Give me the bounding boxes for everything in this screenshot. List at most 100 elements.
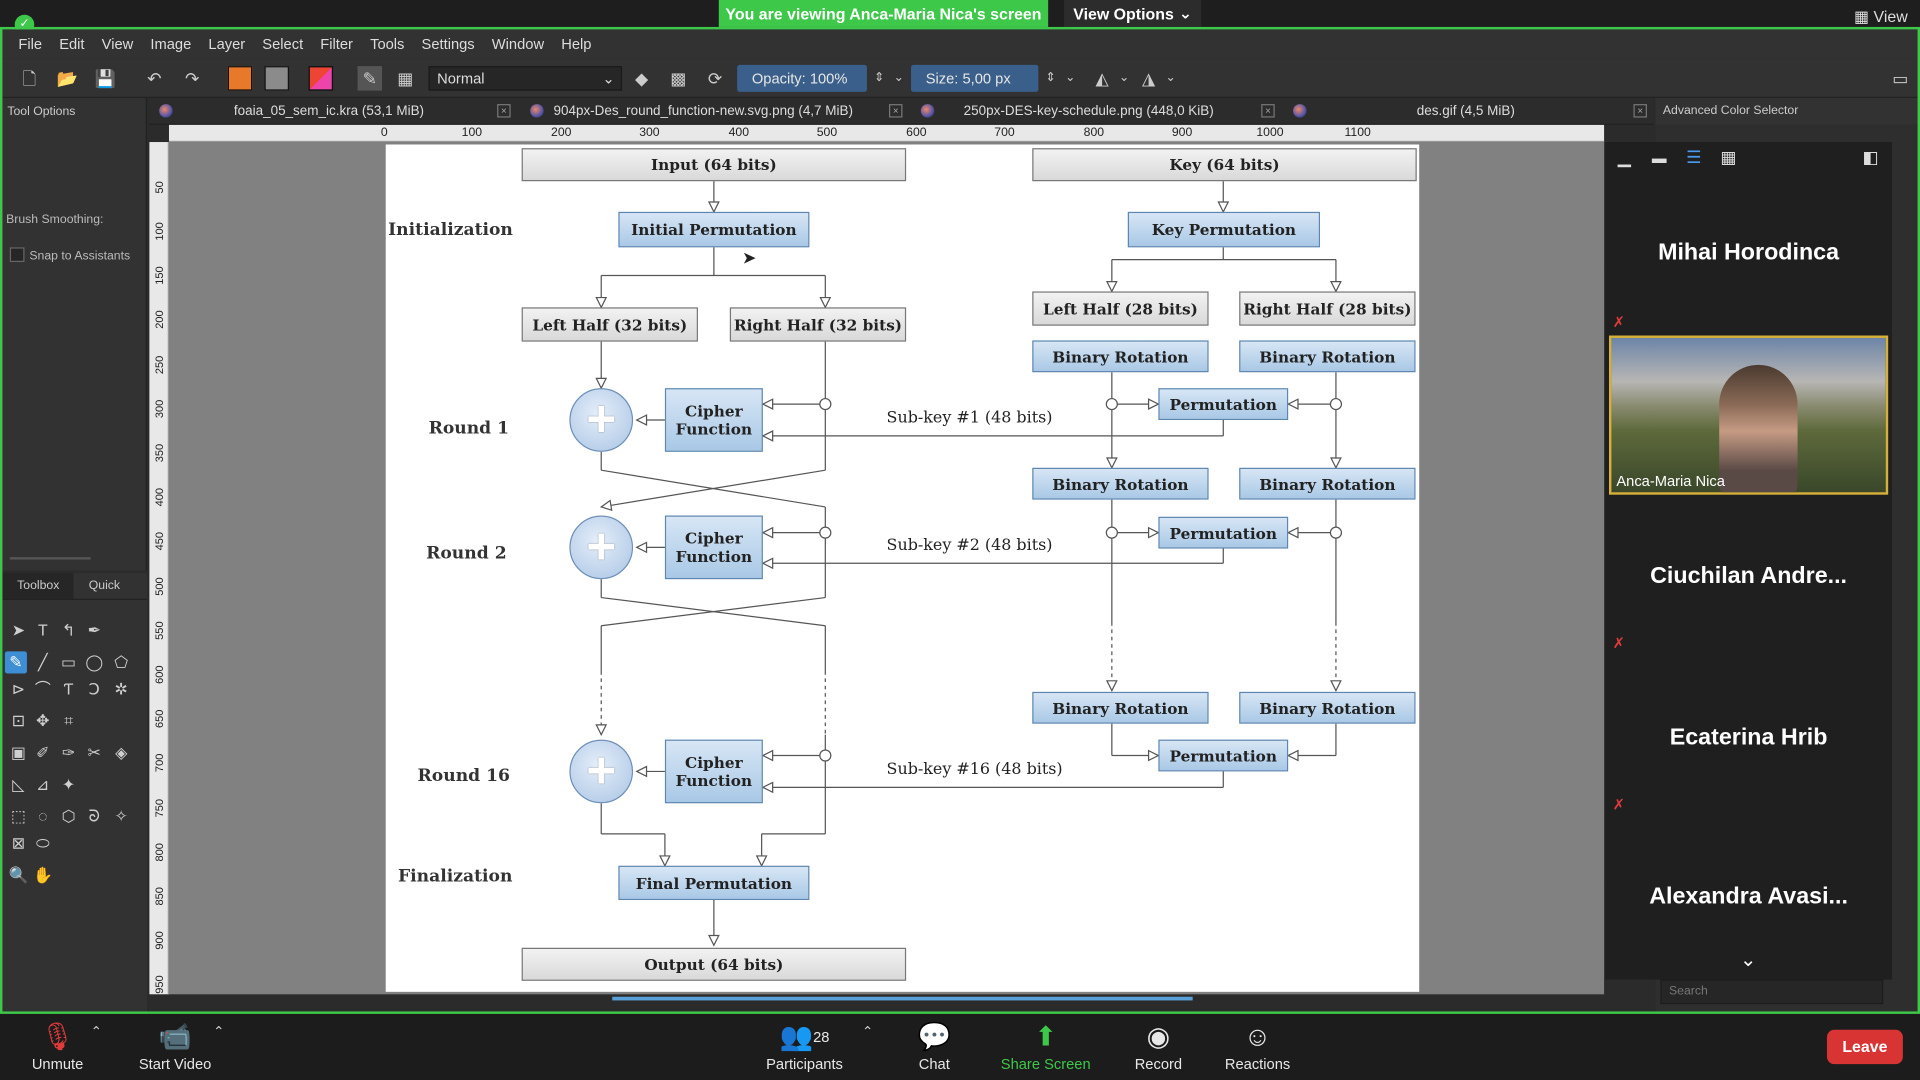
canvas-area[interactable]: Input (64 bits) Initial Permutation Left… <box>168 142 1605 995</box>
chevron-down-icon[interactable]: ⌄ <box>1740 948 1756 972</box>
crop-tool-icon[interactable]: ⌗ <box>58 710 80 732</box>
tab-toolbox[interactable]: Toolbox <box>2 573 75 599</box>
brush-presets-grid-icon[interactable]: ▦ <box>393 66 417 90</box>
view-button[interactable]: ▦ View <box>1854 7 1908 27</box>
line-tool-icon[interactable]: ╱ <box>32 651 54 673</box>
menu-image[interactable]: Image <box>142 36 200 53</box>
docker-scrollbar[interactable] <box>9 557 91 560</box>
record-button[interactable]: ◉ Record <box>1131 1019 1185 1072</box>
menu-window[interactable]: Window <box>483 36 552 53</box>
edit-shapes-icon[interactable]: ↰ <box>58 620 80 642</box>
start-video-button[interactable]: 📹 Start Video <box>135 1019 216 1072</box>
smart-patch-icon[interactable]: ✑ <box>58 742 80 764</box>
colorize-mask-icon[interactable]: ✂ <box>83 742 105 764</box>
opacity-slider[interactable]: Opacity: 100% <box>737 64 867 92</box>
mirror-vertical-icon[interactable]: ◮ <box>1136 66 1160 90</box>
calligraphy-icon[interactable]: ✒ <box>83 620 105 642</box>
similar-select-icon[interactable]: ⊠ <box>7 833 29 855</box>
tab-foaia[interactable]: foaia_05_sem_ic.kra (53,1 MiB) <box>234 98 424 125</box>
open-folder-icon[interactable]: 📂 <box>55 66 79 90</box>
strip-view-icon[interactable]: ☰ <box>1686 147 1701 168</box>
polygon-select-icon[interactable]: ⬡ <box>58 806 80 828</box>
docker-search-input[interactable]: Search <box>1660 979 1884 1005</box>
rect-select-icon[interactable]: ⬚ <box>7 806 29 828</box>
menu-select[interactable]: Select <box>254 36 312 53</box>
pan-tool-icon[interactable]: ✋ <box>32 864 54 886</box>
menu-settings[interactable]: Settings <box>413 36 483 53</box>
bezier-tool-icon[interactable]: ⌒ <box>32 678 54 700</box>
select-shapes-icon[interactable]: ➤ <box>7 620 29 642</box>
move-tool-icon[interactable]: ✥ <box>32 710 54 732</box>
tab-des-key-schedule[interactable]: 250px-DES-key-schedule.png (448,0 KiB) <box>964 98 1214 125</box>
chevron-down-icon[interactable]: ⌄ <box>887 66 911 90</box>
bezier-select-icon[interactable]: ⬭ <box>32 833 54 855</box>
color-swap-swatch[interactable] <box>308 66 334 91</box>
speaker-view-icon[interactable]: ▬ <box>1652 149 1667 166</box>
freehand-brush-icon[interactable]: ✎ <box>4 651 27 674</box>
fill-tool-icon[interactable]: ◈ <box>110 742 132 764</box>
polyline-tool-icon[interactable]: ⊳ <box>7 678 29 700</box>
menu-view[interactable]: View <box>93 36 142 53</box>
color-picker-icon[interactable]: ✐ <box>32 742 54 764</box>
multibrush-icon[interactable]: ✲ <box>110 678 132 700</box>
transform-tool-icon[interactable]: ⊡ <box>7 710 29 732</box>
dynamic-brush-icon[interactable]: Ↄ <box>83 678 105 700</box>
participant-alexandra[interactable]: Alexandra Avasi... <box>1605 884 1892 912</box>
chat-button[interactable]: 💬 Chat <box>913 1019 955 1072</box>
measure-tool-icon[interactable]: ◺ <box>7 774 29 796</box>
reference-tool-icon[interactable]: ✦ <box>58 774 80 796</box>
close-icon[interactable]: × <box>1633 104 1647 118</box>
reactions-button[interactable]: ☺ Reactions <box>1222 1019 1293 1072</box>
brush-preset-icon[interactable]: ✎ <box>357 66 383 91</box>
size-slider[interactable]: Size: 5,00 px <box>911 64 1039 92</box>
tab-quick[interactable]: Quick <box>74 573 135 599</box>
close-icon[interactable]: × <box>497 104 511 118</box>
chevron-down-icon[interactable]: ⌄ <box>1158 66 1182 90</box>
ellipse-select-icon[interactable]: ◌ <box>32 806 54 828</box>
reload-preset-icon[interactable]: ⟳ <box>703 66 727 90</box>
participant-ciuchilan[interactable]: Ciuchilan Andre... <box>1605 563 1892 591</box>
menu-filter[interactable]: Filter <box>312 36 362 53</box>
blend-mode-select[interactable]: Normal ⌄ <box>428 66 623 91</box>
gradient-tool-icon[interactable]: ▣ <box>7 742 29 764</box>
zoom-tool-icon[interactable]: 🔍 <box>7 864 29 886</box>
text-tool-icon[interactable]: T <box>32 620 54 642</box>
rectangle-tool-icon[interactable]: ▭ <box>58 651 80 673</box>
gallery-view-icon[interactable]: ▦ <box>1720 147 1736 168</box>
participant-ecaterina[interactable]: Ecaterina Hrib <box>1605 724 1892 752</box>
preserve-alpha-icon[interactable]: ▩ <box>666 66 690 90</box>
chevron-down-icon[interactable]: ⌄ <box>1058 66 1082 90</box>
participants-button[interactable]: 👥28 Participants <box>759 1019 850 1072</box>
menu-help[interactable]: Help <box>553 36 600 53</box>
chevron-down-icon[interactable]: ⌄ <box>1112 66 1136 90</box>
close-icon[interactable]: × <box>888 104 903 118</box>
share-screen-button[interactable]: ⬆ Share Screen <box>997 1019 1095 1072</box>
close-icon[interactable]: × <box>1261 104 1275 118</box>
participant-mihai[interactable]: Mihai Horodinca <box>1605 240 1892 267</box>
view-options-button[interactable]: View Options ⌄ <box>1064 0 1202 27</box>
redo-icon[interactable]: ↷ <box>180 66 204 90</box>
magic-wand-icon[interactable]: ✧ <box>110 806 132 828</box>
pattern-swatch[interactable] <box>264 66 289 91</box>
snap-to-assistants-checkbox[interactable] <box>9 247 25 263</box>
menu-edit[interactable]: Edit <box>51 36 93 53</box>
eraser-mode-icon[interactable]: ◆ <box>629 66 653 90</box>
mirror-horizontal-icon[interactable]: ◭ <box>1090 66 1114 90</box>
chevron-up-icon[interactable]: ⌃ <box>91 1024 102 1040</box>
minimize-icon[interactable]: ▁ <box>1618 147 1631 168</box>
menu-file[interactable]: File <box>10 36 51 53</box>
chevron-up-icon[interactable]: ⌃ <box>862 1024 873 1040</box>
canvas-scrollbar[interactable] <box>612 996 1193 1001</box>
unmute-button[interactable]: 🎙 Unmute <box>27 1019 88 1072</box>
menu-layer[interactable]: Layer <box>200 36 254 53</box>
tab-des-gif[interactable]: des.gif (4,5 MiB) <box>1417 98 1515 125</box>
leave-button[interactable]: Leave <box>1826 1029 1903 1065</box>
ellipse-tool-icon[interactable]: ◯ <box>83 651 105 673</box>
participant-video-anca[interactable]: Anca-Maria Nica <box>1608 335 1889 495</box>
freehand-select-icon[interactable]: ᘐ <box>83 806 105 828</box>
menu-tools[interactable]: Tools <box>362 36 413 53</box>
freehand-path-icon[interactable]: Ƭ <box>58 678 80 700</box>
chevron-up-icon[interactable]: ⌃ <box>213 1024 224 1040</box>
undo-icon[interactable]: ↶ <box>142 66 166 90</box>
tab-des-round-function[interactable]: 904px-Des_round_function-new.svg.png (4,… <box>553 98 853 125</box>
